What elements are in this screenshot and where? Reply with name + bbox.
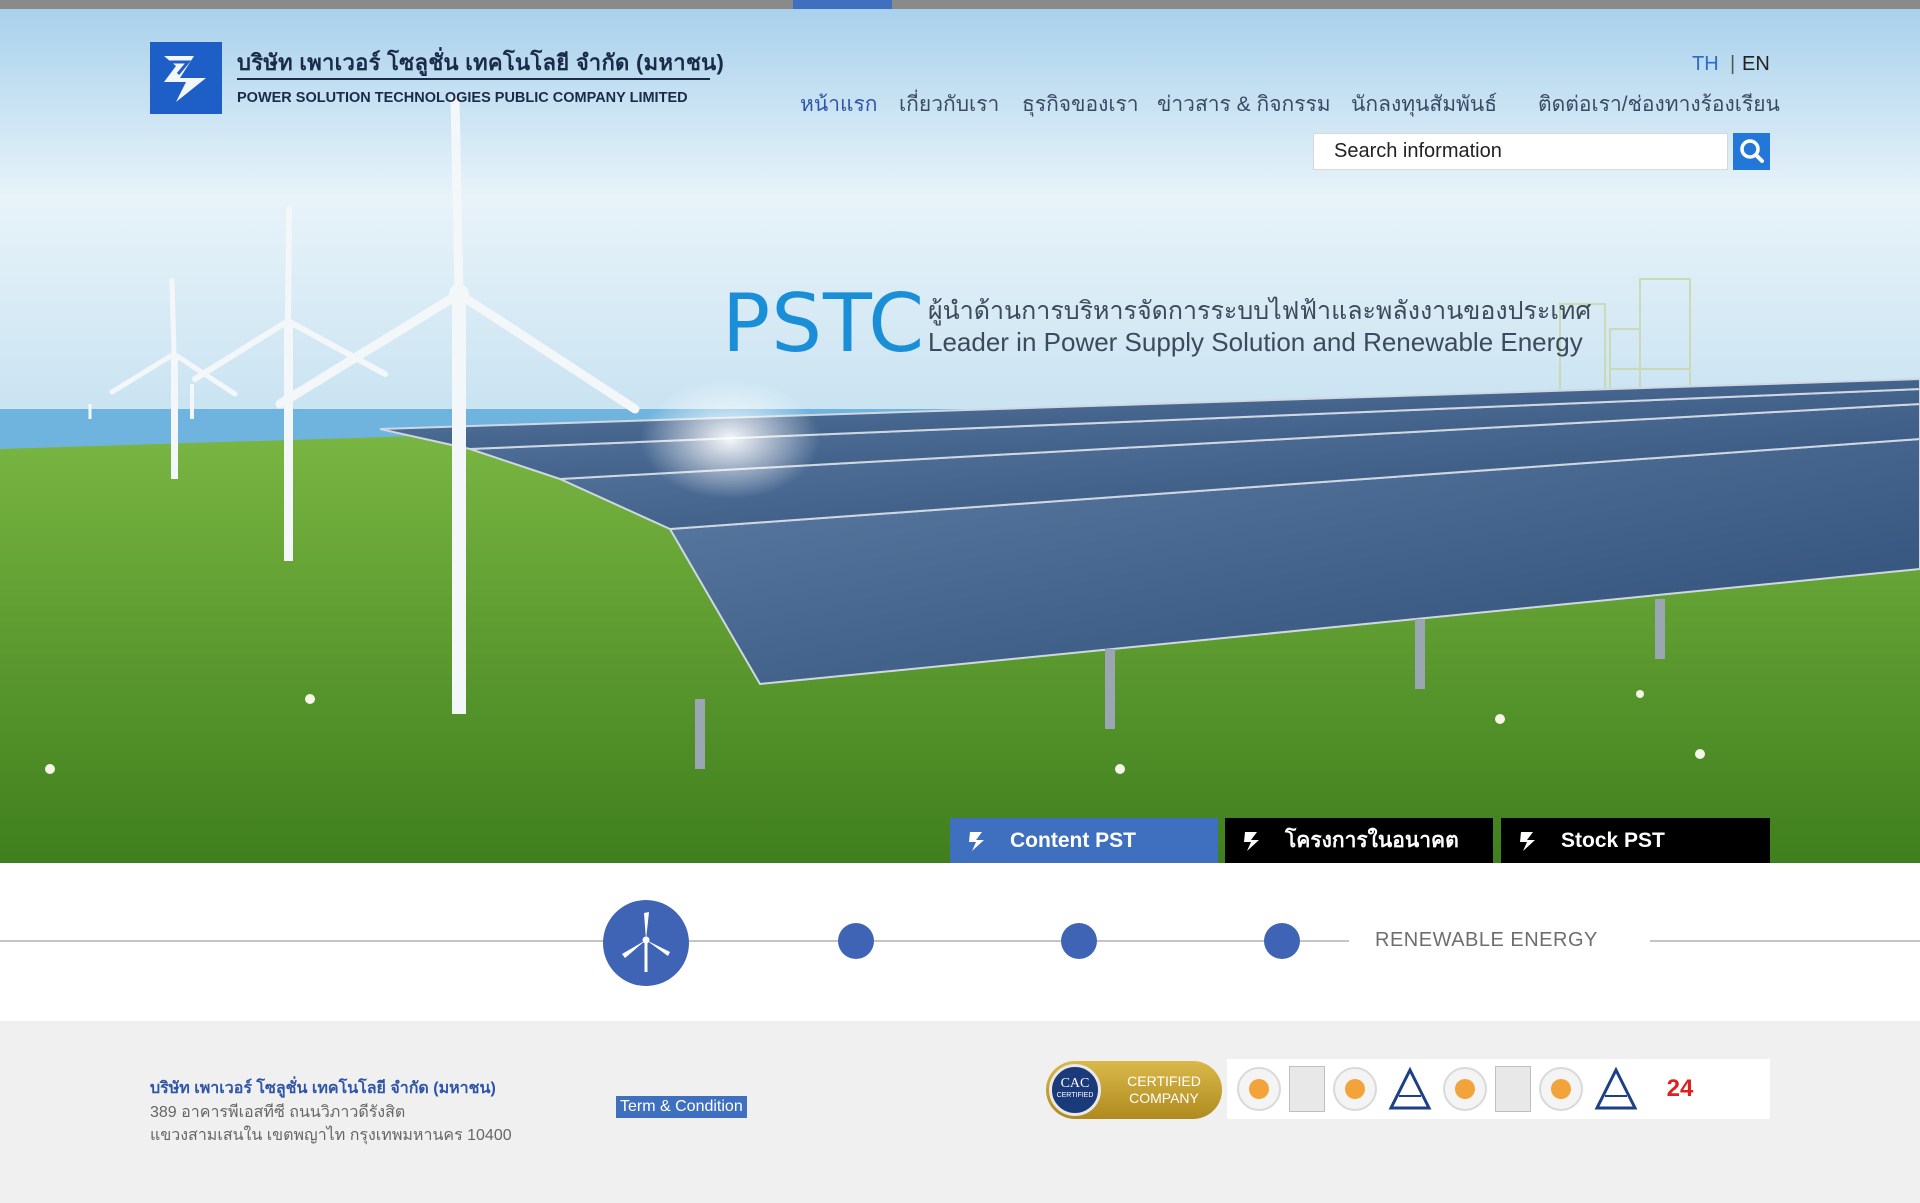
hero-slogan-english: Leader in Power Supply Solution and Rene…: [928, 327, 1583, 357]
slider-line-left: [0, 940, 605, 942]
cac-certified-badge[interactable]: CAC CERTIFIED CERTIFIED COMPANY: [1046, 1061, 1222, 1119]
tab-label: โครงการในอนาคต: [1285, 829, 1459, 852]
lightning-logo-icon: [969, 831, 984, 851]
top-strip-active-indicator: [793, 0, 892, 9]
lightning-logo-icon: [1244, 831, 1259, 851]
tab-stock-pst[interactable]: Stock PST: [1501, 818, 1770, 863]
footer-address-line2: แขวงสามเสนใน เขตพญาไท กรุงเทพมหานคร 1040…: [150, 1127, 512, 1144]
hero-banner: บริษัท เพาเวอร์ โซลูชั่น เทคโนโลยี จำกัด…: [0, 9, 1920, 863]
hero-brand-title: PSTC: [722, 277, 926, 370]
slider-dot[interactable]: [1061, 923, 1097, 959]
top-strip: [0, 0, 1920, 9]
tab-content-pst[interactable]: Content PST: [950, 818, 1218, 863]
footer-address-line1: 389 อาคารพีเอสทีซี ถนนวิภาวดีรังสิต: [150, 1104, 406, 1121]
certification-logos: 24: [1227, 1059, 1770, 1119]
slider-dot-active[interactable]: [603, 900, 689, 986]
company-name-english: POWER SOLUTION TECHNOLOGIES PUBLIC COMPA…: [237, 90, 688, 106]
cac-logo-text: CAC: [1060, 1076, 1090, 1091]
tab-future-projects[interactable]: โครงการในอนาคต: [1225, 818, 1493, 863]
nav-item-news-activities[interactable]: ข่าวสาร & กิจกรรม: [1157, 88, 1331, 121]
search-icon: [1740, 139, 1764, 163]
slider-dot[interactable]: [838, 923, 874, 959]
sgs-badge-icon: [1443, 1067, 1487, 1111]
nav-item-contact[interactable]: ติดต่อเรา/ช่องทางร้องเรียน: [1538, 88, 1780, 121]
language-th-link[interactable]: TH: [1692, 53, 1719, 76]
tab-label: Stock PST: [1561, 828, 1665, 852]
search-input[interactable]: [1313, 133, 1728, 170]
ukas-shield-icon: [1495, 1066, 1531, 1112]
slider-dot[interactable]: [1264, 923, 1300, 959]
company-name-thai: บริษัท เพาเวอร์ โซลูชั่น เทคโนโลยี จำกัด…: [237, 50, 725, 75]
hero-slogan-thai: ผู้นำด้านการบริหารจัดการระบบไฟฟ้าและพลัง…: [928, 297, 1592, 325]
cac-label-line1: CERTIFIED: [1127, 1073, 1201, 1089]
iac-logo-icon: [1591, 1066, 1641, 1112]
nav-item-home[interactable]: หน้าแรก: [800, 88, 878, 121]
ukas-shield-icon: [1289, 1066, 1325, 1112]
nav-item-business[interactable]: ธุรกิจของเรา: [1022, 88, 1139, 121]
lightning-logo-icon: [1520, 831, 1535, 851]
sgs-badge-icon: [1333, 1067, 1377, 1111]
footer: บริษัท เพาเวอร์ โซลูชั่น เทคโนโลยี จำกัด…: [0, 1021, 1920, 1203]
term-condition-link[interactable]: Term & Condition: [616, 1096, 747, 1118]
slider-line-middle: [689, 940, 1349, 942]
search-button[interactable]: [1733, 133, 1770, 170]
cac-logo: CAC CERTIFIED: [1049, 1064, 1101, 1116]
company-logo[interactable]: [150, 42, 222, 114]
slider-navigation: RENEWABLE ENERGY: [0, 863, 1920, 1021]
language-separator: |: [1730, 53, 1736, 75]
slider-line-right: [1650, 940, 1920, 942]
tab-label: Content PST: [1010, 828, 1136, 852]
wind-turbine-icon: [622, 912, 670, 972]
cac-label-line2: COMPANY: [1129, 1090, 1199, 1106]
nav-item-investor-relations[interactable]: นักลงทุนสัมพันธ์: [1351, 88, 1497, 121]
footer-company-name: บริษัท เพาเวอร์ โซลูชั่น เทคโนโลยี จำกัด…: [150, 1080, 496, 1097]
24-hours-logo-icon: 24: [1666, 1075, 1694, 1102]
language-en-link[interactable]: EN: [1742, 53, 1770, 76]
slider-caption: RENEWABLE ENERGY: [1375, 929, 1598, 951]
sgs-badge-icon: [1539, 1067, 1583, 1111]
nav-item-about[interactable]: เกี่ยวกับเรา: [899, 88, 999, 121]
iac-logo-icon: [1385, 1066, 1435, 1112]
company-name-divider: [237, 78, 710, 80]
cac-logo-subtext: CERTIFIED: [1056, 1092, 1094, 1099]
cac-label: CERTIFIED COMPANY: [1118, 1073, 1210, 1107]
sgs-badge-icon: [1237, 1067, 1281, 1111]
